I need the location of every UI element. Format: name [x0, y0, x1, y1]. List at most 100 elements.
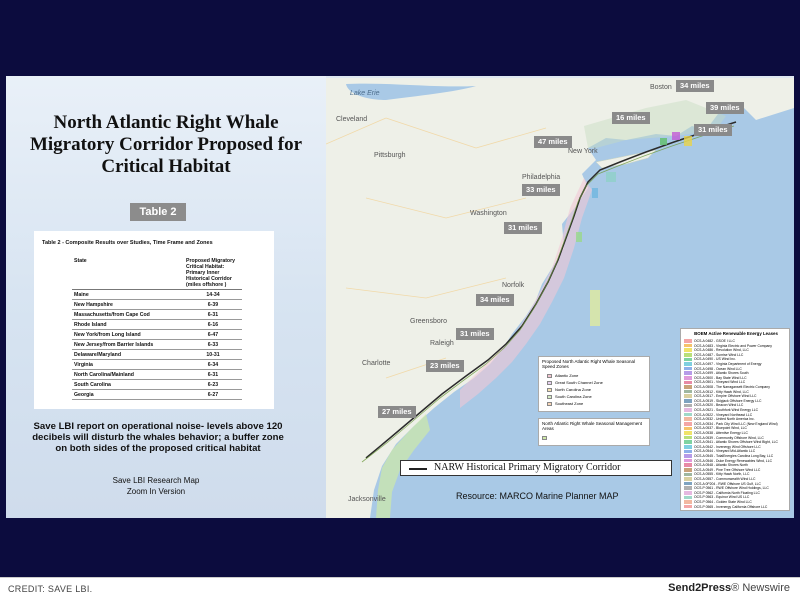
management-area-legend: North Atlantic Right Whale Seasonal Mana… [538, 418, 650, 446]
lease-label: OCS-P 0564 - Golden State Wind LLC [694, 500, 752, 504]
table-row: Delaware/Maryland 10-31 [72, 349, 242, 360]
table-badge: Table 2 [130, 203, 186, 221]
zone-legend-item: Southeast Zone [547, 401, 583, 406]
lease-swatch [684, 477, 692, 481]
table-header-corridor: Proposed Migratory Critical Habitat: Pri… [184, 257, 242, 290]
table-row: North Carolina/Mainland 6-31 [72, 369, 242, 380]
lease-label: OCS-A 0539 - Community Offshore Wind, LL… [694, 435, 764, 440]
zone-label: Atlantic Zone [555, 373, 579, 378]
distance-label: 31 miles [504, 222, 542, 234]
table-row: New York/from Long Island 6-47 [72, 329, 242, 340]
boem-lease-item: OCS-A 0498 - Ocean Wind LLC [684, 367, 742, 371]
boem-lease-item: OCS-A 0538 - Attentive Energy LLC [684, 431, 748, 435]
state-cell: Delaware/Maryland [72, 349, 184, 360]
lease-swatch [684, 454, 692, 458]
map-panel: Lake Erie Boston Cleveland Pittsburgh Ne… [326, 78, 794, 518]
zone-label: Southeast Zone [555, 401, 584, 406]
boem-lease-item: OCS-P 0562 - California North Floating L… [684, 491, 760, 495]
miles-cell: 6-27 [184, 389, 242, 400]
lease-swatch [684, 376, 692, 380]
zone-label: South Carolina Zone [555, 394, 592, 399]
lease-label: OCS-A 0548 - Atlantic Shores North [694, 463, 748, 468]
lease-swatch [684, 362, 692, 366]
distance-label: 31 miles [456, 328, 494, 340]
boem-lease-item: OCS-A 0521 - Southfork Wind Energy LLC [684, 408, 758, 412]
speed-zone-legend-title: Proposed North Atlantic Right Whale Seas… [542, 359, 636, 369]
state-cell: New York/from Long Island [72, 329, 184, 340]
lease-swatch [684, 440, 692, 444]
management-swatch [542, 436, 547, 440]
lease-swatch [684, 468, 692, 472]
lease-label: OCS-A 0498 - Ocean Wind LLC [694, 366, 742, 371]
table-row: New Jersey/from Barrier Islands 6-33 [72, 339, 242, 350]
boem-lease-legend: BOEM Active Renewable Energy Leases OCS-… [680, 328, 790, 511]
lease-label: OCS-A 0486 - Revolution Wind, LLC [694, 348, 749, 353]
lease-swatch [684, 348, 692, 352]
table-row: South Carolina 6-23 [72, 379, 242, 390]
table-header-state: State [72, 257, 184, 290]
lease-swatch [684, 403, 692, 408]
boem-lease-item: OCS-A 0549 - Pine Tree Offshore Wind LLC [684, 468, 760, 472]
lease-swatch [684, 449, 692, 454]
zone-legend-item: South Carolina Zone [547, 394, 592, 399]
distance-label: 23 miles [426, 360, 464, 372]
state-cell: New Hampshire [72, 299, 184, 310]
lease-label: OCS-A 0490 - US Wind Inc. [694, 357, 736, 362]
boem-lease-item: OCS-A 0517 - Empire Offshore Wind LLC [684, 394, 757, 398]
results-table: State Proposed Migratory Critical Habita… [72, 257, 242, 400]
lease-swatch [684, 491, 692, 495]
state-cell: South Carolina [72, 379, 184, 390]
table-row: Virginia 6-34 [72, 359, 242, 370]
state-cell: North Carolina/Mainland [72, 369, 184, 380]
management-legend-title: North Atlantic Right Whale Seasonal Mana… [542, 421, 643, 431]
zone-legend-item: Great South Channel Zone [547, 380, 603, 385]
boem-lease-item: OCS-A 0546 - Duke Energy Renewables Wind… [684, 459, 772, 463]
boem-lease-item: OCS-A 0548 - Atlantic Shores North [684, 463, 748, 467]
miles-cell: 10-31 [184, 349, 242, 360]
boem-lease-item: OCS-A 0555 - Kitty Hawk North, LLC [684, 472, 749, 476]
table-header-row: State Proposed Migratory Critical Habita… [72, 257, 242, 290]
lease-label: OCS-P 0561 - RWE Offshore Wind Holdings,… [694, 486, 769, 491]
lease-swatch [684, 412, 692, 417]
brand-main: Send2Press [668, 582, 732, 594]
lease-swatch [684, 486, 692, 490]
distance-label: 33 miles [522, 184, 560, 196]
zone-label: North Carolina Zone [555, 387, 592, 392]
boem-lease-item: OCS-A 0520 - Beacon Wind LLC [684, 403, 743, 407]
lease-label: OCS-P 0563 - Equinor Wind US LLC [694, 495, 750, 500]
boem-lease-item: OCS-A 0487 - Sunrise Wind LLC [684, 353, 743, 357]
lease-area [684, 136, 692, 146]
boem-lease-item: OCS-A 0490 - US Wind Inc. [684, 357, 736, 361]
lease-area [660, 138, 667, 145]
slide-frame: North Atlantic Right Whale Migratory Cor… [0, 0, 800, 577]
state-cell: Maine [72, 289, 184, 300]
lease-label: OCS-A 0483 - Virginia Electric and Power… [694, 343, 772, 348]
speed-zone-legend: Proposed North Atlantic Right Whale Seas… [538, 356, 650, 412]
zone-label: Great South Channel Zone [555, 380, 603, 385]
map-credit-line-2: Zoom In Version [126, 487, 186, 496]
lease-swatch [684, 385, 692, 389]
corridor-legend: NARW Historical Primary Migratory Corrid… [400, 460, 672, 476]
place-norfolk: Norfolk [502, 282, 525, 289]
boem-lease-item: OCS-P 0563 - Equinor Wind US LLC [684, 495, 749, 499]
lease-label: OCS-A 0544 - Vineyard Mid-Atlantic LLC [694, 449, 756, 454]
lease-swatch [684, 371, 692, 375]
lease-swatch [684, 481, 692, 486]
boem-lease-item: OCS-A 0519 - Skipjack Offshore Energy LL… [684, 399, 761, 403]
map-credit-line-1: Save LBI Research Map [112, 476, 200, 485]
corridor-legend-line [409, 468, 427, 470]
state-cell: Georgia [72, 389, 184, 400]
miles-cell: 6-47 [184, 329, 242, 340]
lease-label: OCS-A 0508 - The Narragansett Electric C… [694, 385, 770, 389]
lease-label: OCS-A 0497 - Virginia Department of Ener… [694, 362, 762, 366]
lease-swatch [684, 357, 692, 362]
state-cell: New Jersey/from Barrier Islands [72, 339, 184, 350]
boem-lease-item: OCS-A 0500 - Bay State Wind LLC [684, 376, 747, 380]
distance-label: 34 miles [676, 80, 714, 92]
noise-note: Save LBI report on operational noise- le… [32, 421, 284, 454]
place-cleveland: Cleveland [336, 116, 368, 123]
distance-label: 31 miles [694, 124, 732, 136]
boem-lease-item: OCS-A 0534 - Park City Wind LLC (New Eng… [684, 422, 778, 426]
boem-lease-item: OCS-A 0499 - Atlantic Shores South [684, 371, 748, 375]
lease-label: OCS-A 0517 - Empire Offshore Wind LLC [694, 394, 757, 399]
